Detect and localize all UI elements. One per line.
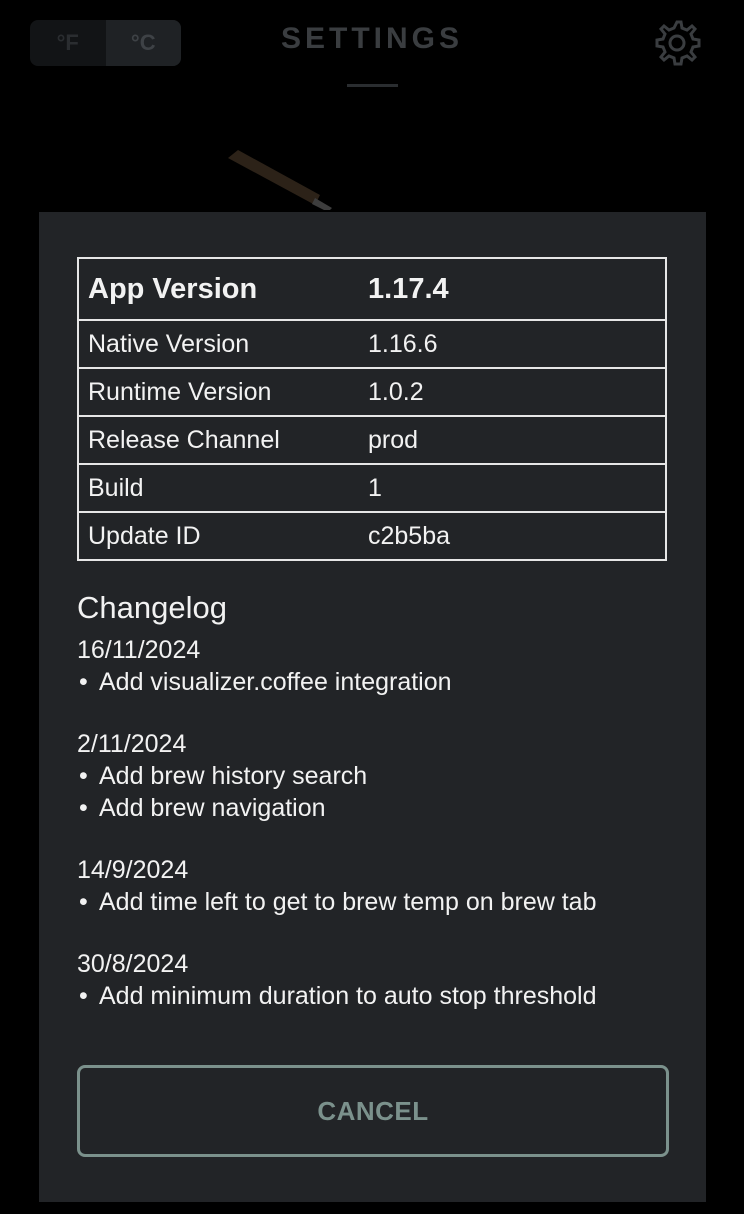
changelog-date: 2/11/2024 (77, 730, 187, 758)
changelog-item-text: Add visualizer.coffee integration (99, 668, 452, 696)
info-key: Native Version (77, 319, 368, 369)
bullet-icon: • (79, 762, 88, 790)
changelog-section[interactable]: Changelog 16/11/2024 • Add visualizer.coff… (77, 588, 677, 1016)
changelog-entry: 2/11/2024 • Add brew history search • Add br… (77, 728, 677, 824)
changelog-item: • Add brew history search (77, 760, 677, 792)
bullet-icon: • (79, 982, 88, 1010)
changelog-item: • Add visualizer.coffee integration (77, 666, 677, 698)
changelog-date: 16/11/2024 (77, 636, 201, 664)
changelog-title: Changelog (77, 590, 227, 625)
info-value: 1.17.4 (368, 257, 667, 321)
version-info-table: App Version 1.17.4 Native Version 1.16.6 Run… (77, 257, 667, 561)
bullet-icon: • (79, 794, 88, 822)
changelog-date: 14/9/2024 (77, 856, 189, 884)
bullet-icon: • (79, 888, 88, 916)
app-header: °F °C SETTINGS (0, 0, 744, 210)
info-value: 1.16.6 (368, 319, 667, 369)
changelog-item-text: Add time left to get to brew temp on bre… (99, 888, 597, 916)
info-row: Build 1 (77, 463, 667, 513)
changelog-item-text: Add brew navigation (99, 794, 326, 822)
changelog-item: • Add time left to get to brew temp on br… (77, 886, 677, 918)
info-row: Update ID c2b5ba (77, 511, 667, 561)
info-value: 1 (368, 463, 667, 513)
info-key: Build (77, 463, 368, 513)
changelog-entry: 14/9/2024 • Add time left to get to brew t… (77, 854, 677, 918)
info-row: Release Channel prod (77, 415, 667, 465)
gear-icon[interactable] (652, 18, 702, 68)
info-key: Runtime Version (77, 367, 368, 417)
changelog-entry: 30/8/2024 • Add minimum duration to auto s… (77, 948, 677, 1012)
changelog-item-text: Add minimum duration to auto stop thresh… (99, 982, 597, 1010)
info-row: Runtime Version 1.0.2 (77, 367, 667, 417)
info-key: App Version (77, 257, 368, 321)
info-key: Update ID (77, 511, 368, 561)
changelog-item: • Add brew navigation (77, 792, 677, 824)
changelog-date: 30/8/2024 (77, 950, 189, 978)
info-key: Release Channel (77, 415, 368, 465)
changelog-entry: 16/11/2024 • Add visualizer.coffee integra… (77, 634, 677, 698)
info-row: Native Version 1.16.6 (77, 319, 667, 369)
cancel-button[interactable]: CANCEL (77, 1065, 669, 1157)
info-row: App Version 1.17.4 (77, 257, 667, 321)
title-underline (347, 84, 398, 87)
about-modal: App Version 1.17.4 Native Version 1.16.6 Run… (39, 212, 706, 1202)
portafilter-image (228, 150, 332, 210)
bullet-icon: • (79, 668, 88, 696)
page-title: SETTINGS (280, 22, 463, 55)
changelog-item: • Add minimum duration to auto stop thres… (77, 980, 677, 1012)
changelog-item-text: Add brew history search (99, 762, 368, 790)
changelog-list: 16/11/2024 • Add visualizer.coffee integra… (77, 634, 677, 1012)
info-value: c2b5ba (368, 511, 667, 561)
info-value: prod (368, 415, 667, 465)
info-value: 1.0.2 (368, 367, 667, 417)
